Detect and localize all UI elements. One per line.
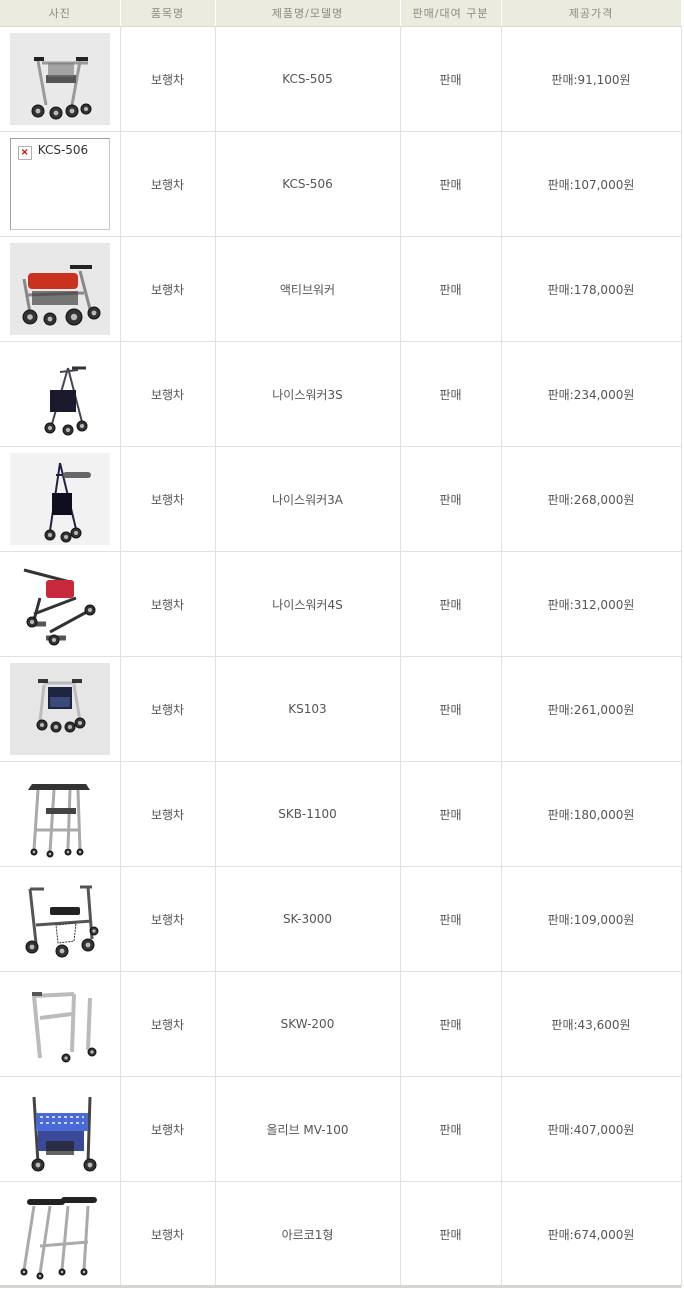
header-model: 제품명/모델명: [215, 0, 401, 27]
sale-type-cell: 판매: [400, 1076, 502, 1182]
price-cell: 판매:674,000원: [501, 1181, 682, 1287]
product-photo-cell: [0, 341, 121, 447]
table-row: 보행차 KS103 판매 판매:261,000원: [0, 656, 682, 762]
product-photo-cell: [0, 551, 121, 657]
image-alt-text: KCS-506: [37, 143, 89, 157]
price-cell: 판매:407,000원: [501, 1076, 682, 1182]
broken-image-icon: ×: [17, 146, 32, 160]
price-cell: 판매:109,000원: [501, 866, 682, 972]
product-photo: [0, 1188, 120, 1280]
table-row: 보행차 나이스워커4S 판매 판매:312,000원: [0, 551, 682, 657]
sale-type-cell: 판매: [400, 131, 502, 237]
price-cell: 판매:107,000원: [501, 131, 682, 237]
sale-type-cell: 판매: [400, 866, 502, 972]
product-photo-cell: [0, 1181, 121, 1287]
category-cell: 보행차: [120, 1076, 216, 1182]
header-photo: 사진: [0, 0, 121, 27]
table-bottom-border: [0, 1285, 681, 1288]
category-cell: 보행차: [120, 1181, 216, 1287]
product-photo-cell: [0, 446, 121, 552]
category-cell: 보행차: [120, 971, 216, 1077]
product-photo: [0, 873, 120, 965]
price-cell: 판매:261,000원: [501, 656, 682, 762]
category-cell: 보행차: [120, 236, 216, 342]
model-cell: 올리브 MV-100: [215, 1076, 401, 1182]
product-photo: [0, 33, 120, 125]
model-cell: SKW-200: [215, 971, 401, 1077]
model-cell: KCS-506: [215, 131, 401, 237]
table-row: 보행차 나이스워커3A 판매 판매:268,000원: [0, 446, 682, 552]
product-photo: [0, 663, 120, 755]
model-cell: 아르코1형: [215, 1181, 401, 1287]
category-cell: 보행차: [120, 131, 216, 237]
table-row: 보행차 KCS-505 판매 판매:91,100원: [0, 26, 682, 132]
table-row: 보행차 액티브워커 판매 판매:178,000원: [0, 236, 682, 342]
product-photo-cell: [0, 761, 121, 867]
sale-type-cell: 판매: [400, 236, 502, 342]
product-photo-cell: [0, 866, 121, 972]
product-photo-cell: [0, 656, 121, 762]
price-cell: 판매:91,100원: [501, 26, 682, 132]
table-row: 보행차 아르코1형 판매 판매:674,000원: [0, 1181, 682, 1287]
product-photo-cell: × KCS-506: [0, 131, 121, 237]
category-cell: 보행차: [120, 866, 216, 972]
table-row: 보행차 올리브 MV-100 판매 판매:407,000원: [0, 1076, 682, 1182]
price-cell: 판매:268,000원: [501, 446, 682, 552]
price-cell: 판매:43,600원: [501, 971, 682, 1077]
product-photo: [0, 453, 120, 545]
category-cell: 보행차: [120, 26, 216, 132]
category-cell: 보행차: [120, 341, 216, 447]
sale-type-cell: 판매: [400, 1181, 502, 1287]
sale-type-cell: 판매: [400, 26, 502, 132]
category-cell: 보행차: [120, 446, 216, 552]
category-cell: 보행차: [120, 551, 216, 657]
model-cell: SK-3000: [215, 866, 401, 972]
price-cell: 판매:180,000원: [501, 761, 682, 867]
product-photo: [0, 768, 120, 860]
table-row: × KCS-506 보행차 KCS-506 판매 판매:107,000원: [0, 131, 682, 237]
sale-type-cell: 판매: [400, 971, 502, 1077]
broken-image-placeholder: × KCS-506: [9, 138, 110, 230]
product-photo: [0, 558, 120, 650]
model-cell: 나이스워커3S: [215, 341, 401, 447]
header-price: 제공가격: [501, 0, 682, 27]
header-category: 품목명: [120, 0, 216, 27]
table-row: 보행차 SKB-1100 판매 판매:180,000원: [0, 761, 682, 867]
model-cell: 나이스워커3A: [215, 446, 401, 552]
product-photo-cell: [0, 971, 121, 1077]
model-cell: KS103: [215, 656, 401, 762]
sale-type-cell: 판매: [400, 341, 502, 447]
sale-type-cell: 판매: [400, 551, 502, 657]
price-cell: 판매:234,000원: [501, 341, 682, 447]
sale-type-cell: 판매: [400, 761, 502, 867]
category-cell: 보행차: [120, 656, 216, 762]
category-cell: 보행차: [120, 761, 216, 867]
product-photo: [0, 348, 120, 440]
price-cell: 판매:312,000원: [501, 551, 682, 657]
header-sale-type: 판매/대여 구분: [400, 0, 502, 27]
product-table: 사진 품목명 제품명/모델명 판매/대여 구분 제공가격 보행차 KCS-505 판…: [0, 0, 682, 1287]
model-cell: 나이스워커4S: [215, 551, 401, 657]
model-cell: SKB-1100: [215, 761, 401, 867]
product-photo-cell: [0, 1076, 121, 1182]
table-row: 보행차 나이스워커3S 판매 판매:234,000원: [0, 341, 682, 447]
product-photo: [0, 243, 120, 335]
model-cell: 액티브워커: [215, 236, 401, 342]
sale-type-cell: 판매: [400, 446, 502, 552]
table-row: 보행차 SK-3000 판매 판매:109,000원: [0, 866, 682, 972]
product-photo: [0, 1083, 120, 1175]
product-photo-cell: [0, 236, 121, 342]
sale-type-cell: 판매: [400, 656, 502, 762]
product-photo: [0, 978, 120, 1070]
header-row: 사진 품목명 제품명/모델명 판매/대여 구분 제공가격: [0, 0, 682, 27]
price-cell: 판매:178,000원: [501, 236, 682, 342]
table-row: 보행차 SKW-200 판매 판매:43,600원: [0, 971, 682, 1077]
model-cell: KCS-505: [215, 26, 401, 132]
product-photo-cell: [0, 26, 121, 132]
